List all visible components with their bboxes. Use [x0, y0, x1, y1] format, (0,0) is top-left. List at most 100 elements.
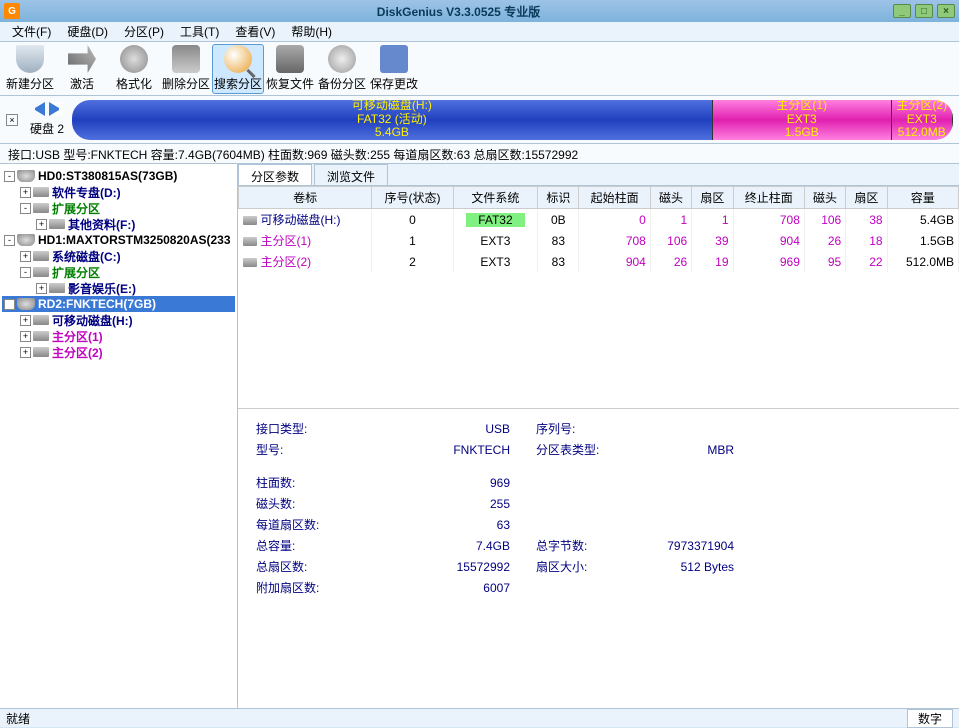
col-header[interactable]: 文件系统: [453, 187, 537, 209]
tree-row[interactable]: +软件专盘(D:): [2, 184, 235, 200]
expand-icon[interactable]: -: [20, 267, 31, 278]
maximize-button[interactable]: □: [915, 4, 933, 18]
disk-bar-close-icon[interactable]: ×: [6, 114, 18, 126]
tool-backup-button[interactable]: 备份分区: [316, 44, 368, 94]
col-header[interactable]: 扇区: [692, 187, 733, 209]
menu-item[interactable]: 分区(P): [116, 21, 172, 42]
menu-item[interactable]: 帮助(H): [283, 21, 340, 42]
col-header[interactable]: 序号(状态): [372, 187, 453, 209]
expand-icon[interactable]: -: [20, 203, 31, 214]
tree-row[interactable]: + 系统磁盘(C:): [2, 248, 235, 264]
partition-icon: [33, 203, 49, 213]
prev-disk-icon[interactable]: [31, 102, 45, 116]
tool-save-button[interactable]: 保存更改: [368, 44, 420, 94]
detail-label: 扇区大小:: [516, 557, 616, 576]
tool-label: 新建分区: [6, 75, 54, 92]
disk-details-panel: 接口类型:USB序列号:型号:FNKTECH分区表类型:MBR 柱面数:969磁…: [238, 408, 959, 708]
table-row[interactable]: 主分区(1)1EXT3837081063990426181.5GB: [239, 230, 959, 251]
status-left: 就绪: [6, 710, 30, 727]
tree-row[interactable]: +影音娱乐(E:): [2, 280, 235, 296]
disk-icon: [17, 298, 35, 310]
detail-value: FNKTECH: [394, 440, 514, 459]
partition-icon: [33, 347, 49, 357]
detail-value: 7973371904: [618, 536, 738, 555]
detail-label: 总扇区数:: [252, 557, 392, 576]
expand-icon[interactable]: +: [20, 187, 31, 198]
partition-segment[interactable]: 主分区(1)EXT31.5GB: [713, 100, 892, 140]
tool-del-button[interactable]: 删除分区: [160, 44, 212, 94]
tree-row[interactable]: + 其他资料(F:): [2, 216, 235, 232]
menu-item[interactable]: 文件(F): [4, 21, 59, 42]
col-header[interactable]: 起始柱面: [579, 187, 650, 209]
menubar: 文件(F)硬盘(D)分区(P)工具(T)查看(V)帮助(H): [0, 22, 959, 42]
disk-nav-label: 硬盘 2: [30, 120, 64, 137]
partition-icon: [49, 219, 65, 229]
detail-label: 附加扇区数:: [252, 578, 392, 597]
tree-label: 扩展分区: [52, 200, 100, 217]
tree-row[interactable]: +可移动磁盘(H:): [2, 312, 235, 328]
tool-recover-button[interactable]: 恢复文件: [264, 44, 316, 94]
recover-icon: [276, 45, 304, 73]
col-header[interactable]: 磁头: [650, 187, 691, 209]
tree-row[interactable]: -HD0:ST380815AS(73GB): [2, 168, 235, 184]
tool-search-button[interactable]: 搜索分区: [212, 44, 264, 94]
partition-map[interactable]: 可移动磁盘(H:)FAT32 (活动)5.4GB主分区(1)EXT31.5GB主…: [72, 100, 953, 140]
tool-act-button[interactable]: 激活: [56, 44, 108, 94]
tree-row[interactable]: - 扩展分区: [2, 200, 235, 216]
expand-icon[interactable]: -: [4, 171, 15, 182]
detail-value: 6007: [394, 578, 514, 597]
tool-new-button[interactable]: 新建分区: [4, 44, 56, 94]
disk-tree[interactable]: -HD0:ST380815AS(73GB)+软件专盘(D:) - 扩展分区 + 其他资料…: [0, 164, 238, 708]
table-row[interactable]: 主分区(2)2EXT38390426199699522512.0MB: [239, 251, 959, 272]
tab[interactable]: 浏览文件: [314, 164, 388, 185]
col-header[interactable]: 标识: [538, 187, 579, 209]
expand-icon[interactable]: +: [36, 219, 47, 230]
partition-table[interactable]: 卷标序号(状态)文件系统标识起始柱面磁头扇区终止柱面磁头扇区容量可移动磁盘(H:…: [238, 186, 959, 272]
tool-fmt-button[interactable]: 格式化: [108, 44, 160, 94]
tab[interactable]: 分区参数: [238, 164, 312, 185]
col-header[interactable]: 扇区: [846, 187, 887, 209]
minimize-button[interactable]: _: [893, 4, 911, 18]
partition-segment[interactable]: 主分区(2)EXT3512.0MB: [892, 100, 953, 140]
tree-label: 扩展分区: [52, 264, 100, 281]
expand-icon[interactable]: -: [4, 235, 15, 246]
expand-icon[interactable]: +: [20, 315, 31, 326]
col-header[interactable]: 磁头: [804, 187, 845, 209]
partition-icon: [49, 283, 65, 293]
expand-icon[interactable]: +: [20, 331, 31, 342]
close-button[interactable]: ×: [937, 4, 955, 18]
toolbar: 新建分区激活格式化删除分区搜索分区恢复文件备份分区保存更改: [0, 42, 959, 96]
tree-row[interactable]: -RD2:FNKTECH(7GB): [2, 296, 235, 312]
detail-value: [618, 473, 738, 492]
menu-item[interactable]: 查看(V): [227, 21, 283, 42]
del-icon: [172, 45, 200, 73]
col-header[interactable]: 终止柱面: [733, 187, 804, 209]
tree-row[interactable]: +主分区(1): [2, 328, 235, 344]
disk-info-line: 接口:USB 型号:FNKTECH 容量:7.4GB(7604MB) 柱面数:9…: [0, 144, 959, 164]
expand-icon[interactable]: +: [20, 347, 31, 358]
menu-item[interactable]: 工具(T): [172, 21, 227, 42]
tree-label: 主分区(2): [52, 344, 103, 361]
col-header[interactable]: 容量: [887, 187, 958, 209]
table-row[interactable]: 可移动磁盘(H:)0FAT320B011708106385.4GB: [239, 209, 959, 231]
tool-label: 删除分区: [162, 75, 210, 92]
col-header[interactable]: 卷标: [239, 187, 372, 209]
detail-label: 型号:: [252, 440, 392, 459]
detail-value: 255: [394, 494, 514, 513]
tree-row[interactable]: + 主分区(2): [2, 344, 235, 360]
tool-label: 备份分区: [318, 75, 366, 92]
tree-label: 其他资料(F:): [68, 216, 135, 233]
next-disk-icon[interactable]: [49, 102, 63, 116]
tree-row[interactable]: - 扩展分区: [2, 264, 235, 280]
detail-label: [516, 494, 616, 513]
expand-icon[interactable]: +: [20, 251, 31, 262]
partition-segment[interactable]: 可移动磁盘(H:)FAT32 (活动)5.4GB: [72, 100, 713, 140]
expand-icon[interactable]: +: [36, 283, 47, 294]
tree-label: 系统磁盘(C:): [52, 248, 121, 265]
tree-row[interactable]: -HD1:MAXTORSTM3250820AS(233: [2, 232, 235, 248]
menu-item[interactable]: 硬盘(D): [59, 21, 116, 42]
partition-icon: [33, 267, 49, 277]
app-logo-icon: G: [4, 3, 20, 19]
expand-icon[interactable]: -: [4, 299, 15, 310]
detail-value: 15572992: [394, 557, 514, 576]
